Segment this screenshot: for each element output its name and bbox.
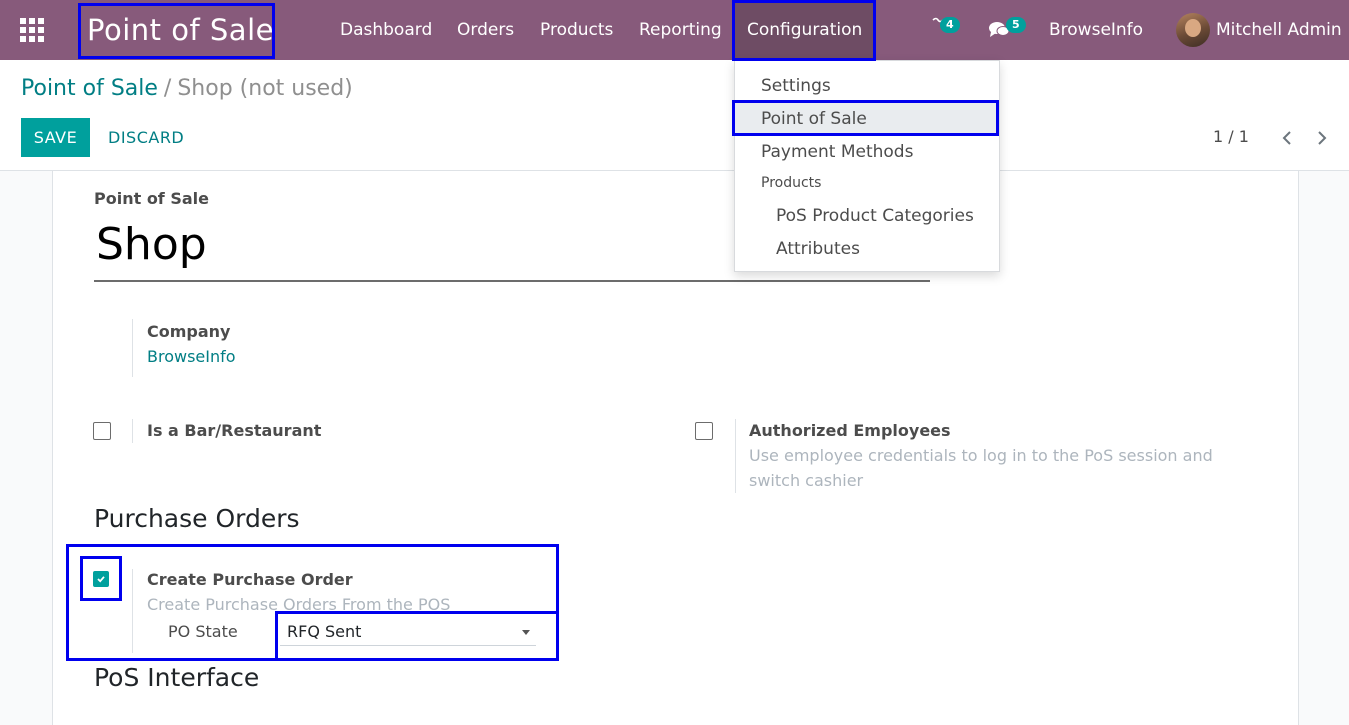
company-label: Company	[147, 322, 231, 341]
bar-restaurant-label: Is a Bar/Restaurant	[147, 421, 322, 440]
user-name: Mitchell Admin	[1216, 20, 1342, 40]
menu-orders[interactable]: Orders	[457, 0, 514, 60]
dropdown-group-products: Products	[761, 175, 822, 191]
name-label: Point of Sale	[94, 189, 209, 208]
create-po-help: Create Purchase Orders From the POS	[147, 595, 451, 614]
discard-button[interactable]: DISCARD	[108, 118, 184, 157]
authorized-employees-help-line-2: switch cashier	[749, 471, 864, 490]
control-panel: Point of Sale / Shop (not used) SAVE DISCA…	[0, 60, 1349, 171]
configuration-dropdown: Settings Point of Sale Payment Methods P…	[734, 60, 1000, 272]
dropdown-item-payment-methods[interactable]: Payment Methods	[735, 135, 999, 168]
pager-previous-icon[interactable]	[1276, 127, 1298, 149]
pos-name-field[interactable]: Shop	[96, 219, 207, 270]
breadcrumb-parent-link[interactable]: Point of Sale	[21, 76, 158, 101]
create-po-divider	[132, 569, 133, 653]
purchase-orders-section-title: Purchase Orders	[94, 504, 300, 533]
activity-badge: 4	[940, 17, 960, 33]
po-state-select[interactable]: RFQ Sent	[280, 618, 536, 646]
employees-divider	[735, 419, 736, 493]
caret-down-icon	[522, 630, 530, 635]
pager-value: 1 / 1	[1213, 127, 1249, 146]
bar-divider	[132, 419, 133, 443]
menu-reporting[interactable]: Reporting	[639, 0, 722, 60]
top-navbar: Point of Sale Dashboard Orders Products …	[0, 0, 1349, 60]
breadcrumb-separator: /	[163, 76, 172, 101]
menu-dashboard[interactable]: Dashboard	[340, 0, 432, 60]
authorized-employees-help-line-1: Use employee credentials to log in to th…	[749, 446, 1213, 465]
authorized-employees-label: Authorized Employees	[749, 421, 951, 440]
po-state-value: RFQ Sent	[287, 622, 362, 641]
apps-menu-icon[interactable]	[20, 0, 44, 60]
company-divider	[132, 319, 133, 377]
menu-configuration[interactable]: Configuration	[734, 0, 876, 60]
create-po-label: Create Purchase Order	[147, 570, 353, 589]
dropdown-item-attributes[interactable]: Attributes	[735, 232, 999, 265]
breadcrumb-current: Shop (not used)	[177, 76, 353, 101]
check-icon	[97, 576, 105, 583]
user-menu[interactable]: Mitchell Admin	[1176, 0, 1342, 60]
authorized-employees-checkbox[interactable]	[695, 422, 713, 440]
messages-badge: 5	[1006, 17, 1026, 33]
pos-interface-section-title: PoS Interface	[94, 663, 260, 692]
messages-icon[interactable]	[988, 0, 1010, 60]
dropdown-item-pos-product-categories[interactable]: PoS Product Categories	[735, 199, 999, 232]
bar-restaurant-checkbox[interactable]	[93, 422, 111, 440]
company-switcher[interactable]: BrowseInfo	[1049, 0, 1143, 60]
name-field-underline	[94, 280, 930, 282]
pager-next-icon[interactable]	[1311, 127, 1333, 149]
save-button[interactable]: SAVE	[21, 118, 90, 157]
company-value-link[interactable]: BrowseInfo	[147, 347, 236, 366]
form-sheet: Point of Sale Shop Company BrowseInfo Is…	[52, 171, 1299, 725]
app-title[interactable]: Point of Sale	[87, 0, 274, 60]
user-avatar	[1176, 13, 1210, 47]
breadcrumb: Point of Sale / Shop (not used)	[21, 76, 353, 101]
po-state-label: PO State	[168, 622, 238, 641]
dropdown-item-settings[interactable]: Settings	[735, 69, 999, 102]
dropdown-item-point-of-sale[interactable]: Point of Sale	[735, 102, 999, 135]
menu-products[interactable]: Products	[540, 0, 613, 60]
create-po-checkbox[interactable]	[93, 571, 109, 587]
